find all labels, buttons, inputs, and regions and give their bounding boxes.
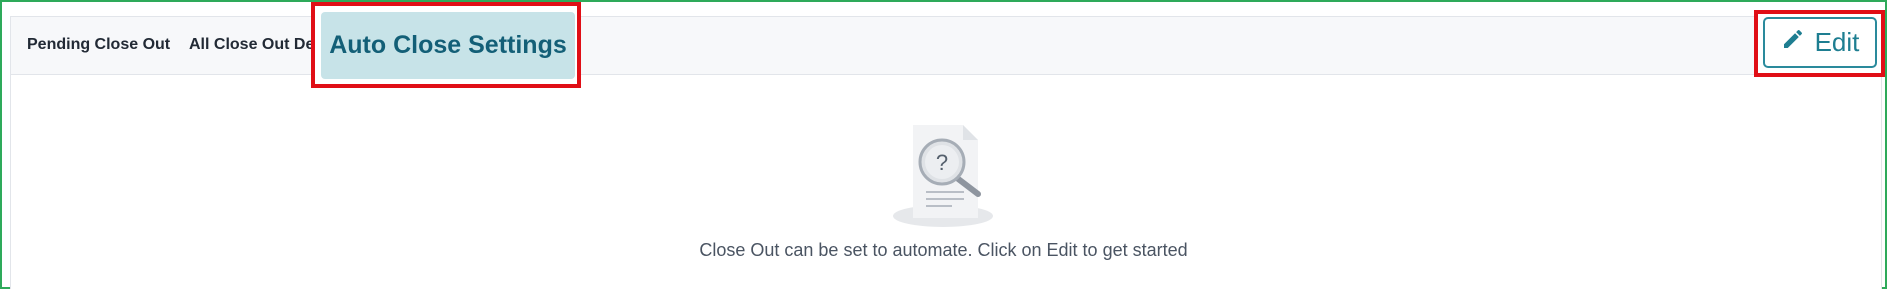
edit-button-label: Edit [1814,27,1860,57]
tab-pending-close-out-label: Pending Close Out [27,36,171,53]
tab-auto-close-settings-label: Auto Close Settings [329,31,567,59]
tab-all-close-out-details-label: All Close Out Details [189,36,317,53]
empty-state-message: Close Out can be set to automate. Click … [699,240,1188,260]
tab-all-close-out-details[interactable]: All Close Out Details [189,16,317,74]
pencil-icon [1781,27,1805,58]
svg-text:?: ? [936,150,948,175]
edit-button[interactable]: Edit [1763,17,1877,68]
tab-pending-close-out[interactable]: Pending Close Out [27,16,170,74]
document-search-icon: ? [888,120,998,230]
tab-auto-close-settings[interactable]: Auto Close Settings [321,12,575,79]
